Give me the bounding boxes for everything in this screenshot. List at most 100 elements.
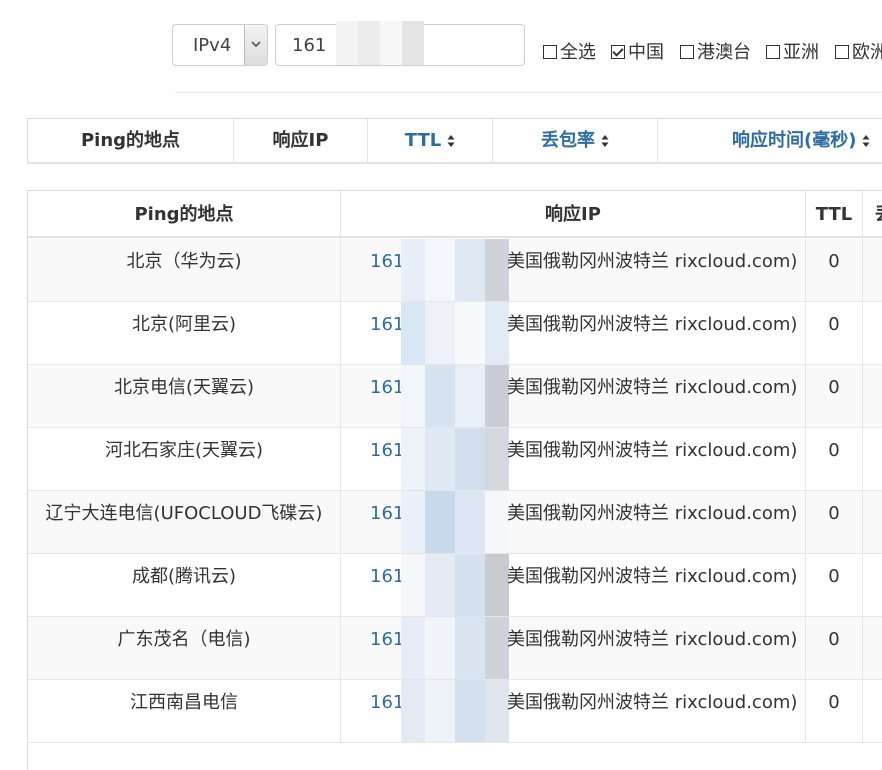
table-row: 北京（华为云) 161 美国俄勒冈州波特兰 rixcloud.com) 0 [28, 239, 882, 302]
ip-input[interactable]: 161 [275, 21, 525, 66]
ip-location-text: 美国俄勒冈州波特兰 rixcloud.com) [507, 251, 798, 272]
cell-response-ip: 161 美国俄勒冈州波特兰 rixcloud.com) [341, 491, 806, 553]
ttl-text: 0 [828, 566, 840, 587]
toolbar-divider [175, 92, 882, 93]
col-header-loss: 丢 [863, 191, 882, 238]
location-text: 北京(阿里云) [131, 314, 237, 335]
checkbox-europe[interactable]: 欧洲 [835, 38, 882, 64]
sort-header-ip: 响应IP [233, 119, 367, 163]
redaction-mask [401, 428, 509, 490]
cell-location: 江西南昌电信 [28, 680, 341, 742]
redaction-mask [336, 21, 424, 65]
checkbox-asia-label: 亚洲 [783, 42, 819, 63]
ip-link[interactable]: 161 [370, 253, 404, 271]
cell-response-ip: 161 美国俄勒冈州波特兰 rixcloud.com) [341, 239, 806, 301]
cell-loss [863, 239, 882, 301]
checkbox-asia-box[interactable] [766, 45, 780, 59]
location-text: 成都(腾讯云) [131, 566, 237, 587]
cell-response-ip: 161 美国俄勒冈州波特兰 rixcloud.com) [341, 365, 806, 427]
sort-header-ttl-label: TTL [404, 130, 442, 151]
ip-location-text: 美国俄勒冈州波特兰 rixcloud.com) [507, 314, 798, 335]
checkbox-hmt-box[interactable] [680, 45, 694, 59]
chevron-down-icon [251, 41, 261, 48]
cell-location: 北京（华为云) [28, 239, 341, 301]
location-text: 河北石家庄(天翼云) [104, 440, 264, 461]
ip-link[interactable]: 161 [370, 505, 404, 523]
checkbox-europe-label: 欧洲 [852, 42, 882, 63]
sort-header-time-label: 响应时间(毫秒) [732, 130, 857, 151]
checkbox-china-box[interactable] [611, 45, 625, 59]
col-header-ttl: TTL [806, 191, 863, 238]
ip-version-select[interactable]: IPv4 [172, 24, 268, 66]
select-arrow[interactable] [244, 25, 267, 65]
cell-response-ip: 161 美国俄勒冈州波特兰 rixcloud.com) [341, 680, 806, 742]
toolbar: IPv4 161 全选 中国 港澳台 亚洲 欧洲 [0, 0, 882, 92]
col-header-location: Ping的地点 [28, 191, 341, 238]
table-row: 江西南昌电信 161 美国俄勒冈州波特兰 rixcloud.com) 0 [28, 680, 882, 743]
ttl-text: 0 [828, 314, 840, 335]
ip-location-text: 美国俄勒冈州波特兰 rixcloud.com) [507, 566, 798, 587]
sort-header-location: Ping的地点 [27, 119, 233, 163]
table-row: 辽宁大连电信(UFOCLOUD飞碟云) 161 美国俄勒冈州波特兰 rixcloud… [28, 491, 882, 554]
cell-location: 辽宁大连电信(UFOCLOUD飞碟云) [28, 491, 341, 553]
ip-location-text: 美国俄勒冈州波特兰 rixcloud.com) [507, 503, 798, 524]
checkbox-china-label: 中国 [628, 42, 664, 63]
cell-ttl: 0 [806, 617, 863, 679]
cell-response-ip: 161 美国俄勒冈州波特兰 rixcloud.com) [341, 617, 806, 679]
table-row: 广东茂名（电信) 161 美国俄勒冈州波特兰 rixcloud.com) 0 [28, 617, 882, 680]
ttl-text: 0 [828, 251, 840, 272]
checkbox-asia[interactable]: 亚洲 [766, 38, 819, 64]
checkbox-hk-macao-taiwan[interactable]: 港澳台 [680, 38, 751, 64]
ip-link[interactable]: 161 [370, 694, 404, 712]
redaction-mask [401, 239, 509, 301]
location-text: 广东茂名（电信) [117, 629, 251, 650]
cell-response-ip: 161 美国俄勒冈州波特兰 rixcloud.com) [341, 554, 806, 616]
ip-input-value: 161 [292, 35, 327, 56]
checkbox-all-label: 全选 [560, 42, 596, 63]
cell-ttl: 0 [806, 491, 863, 553]
checkbox-all[interactable]: 全选 [543, 38, 596, 64]
sort-icon [862, 135, 870, 147]
ip-link[interactable]: 161 [370, 442, 404, 460]
ping-results-table: Ping的地点 响应IP TTL 丢 北京（华为云) 161 美国俄勒冈州波特兰 r… [27, 190, 882, 770]
table-row: 北京(阿里云) 161 美国俄勒冈州波特兰 rixcloud.com) 0 [28, 302, 882, 365]
ttl-text: 0 [828, 629, 840, 650]
ttl-text: 0 [828, 692, 840, 713]
ip-link[interactable]: 161 [370, 568, 404, 586]
checkbox-europe-box[interactable] [835, 45, 849, 59]
redaction-mask [401, 617, 509, 679]
ip-location-text: 美国俄勒冈州波特兰 rixcloud.com) [507, 692, 798, 713]
checkbox-all-box[interactable] [543, 45, 557, 59]
ip-location-text: 美国俄勒冈州波特兰 rixcloud.com) [507, 440, 798, 461]
ttl-text: 0 [828, 440, 840, 461]
cell-location: 广东茂名（电信) [28, 617, 341, 679]
cell-loss [863, 617, 882, 679]
sort-header-loss[interactable]: 丢包率 [492, 119, 657, 163]
ttl-text: 0 [828, 503, 840, 524]
ip-link[interactable]: 161 [370, 316, 404, 334]
location-text: 辽宁大连电信(UFOCLOUD飞碟云) [45, 503, 323, 524]
cell-location: 成都(腾讯云) [28, 554, 341, 616]
ip-link[interactable]: 161 [370, 379, 404, 397]
cell-ttl: 0 [806, 428, 863, 490]
cell-location: 北京电信(天翼云) [28, 365, 341, 427]
table-row: 北京电信(天翼云) 161 美国俄勒冈州波特兰 rixcloud.com) 0 [28, 365, 882, 428]
cell-ttl: 0 [806, 680, 863, 742]
checkbox-china[interactable]: 中国 [611, 38, 664, 64]
ip-version-value: IPv4 [193, 35, 232, 56]
redaction-mask [401, 680, 509, 742]
sort-header-time[interactable]: 响应时间(毫秒) [657, 119, 882, 163]
sort-header: Ping的地点 响应IP TTL 丢包率 响应时间(毫秒) [27, 118, 882, 164]
ip-link[interactable]: 161 [370, 631, 404, 649]
sort-header-location-label: Ping的地点 [80, 130, 181, 151]
sort-header-loss-label: 丢包率 [541, 130, 595, 151]
sort-header-ttl[interactable]: TTL [367, 119, 492, 163]
location-text: 北京电信(天翼云) [113, 377, 255, 398]
checkbox-hmt-label: 港澳台 [697, 42, 751, 63]
cell-response-ip: 161 美国俄勒冈州波特兰 rixcloud.com) [341, 428, 806, 490]
redaction-mask [401, 491, 509, 553]
ip-location-text: 美国俄勒冈州波特兰 rixcloud.com) [507, 629, 798, 650]
sort-icon [601, 135, 609, 147]
redaction-mask [401, 554, 509, 616]
sort-header-ip-label: 响应IP [272, 130, 329, 151]
